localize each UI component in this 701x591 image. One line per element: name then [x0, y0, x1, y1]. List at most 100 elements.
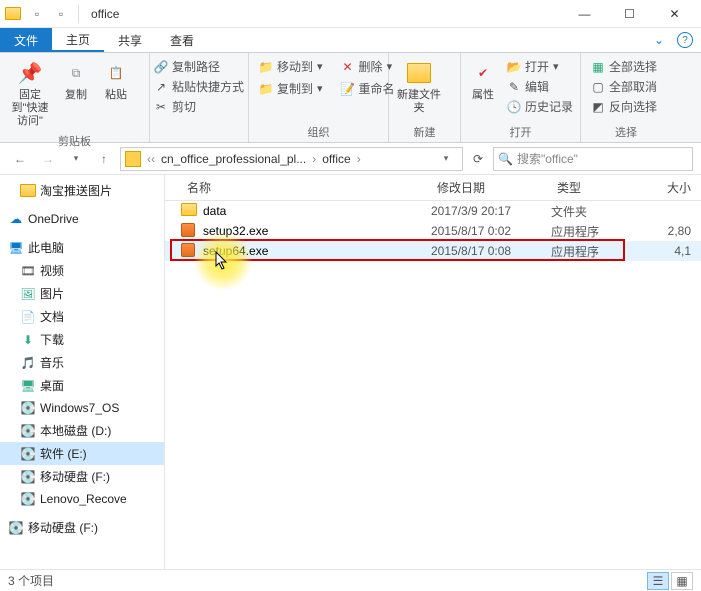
navigation-pane[interactable]: 淘宝推送图片 ☁OneDrive 🖥此电脑 🎞视频 🖼图片 📄文档 ⬇下载 🎵音… [0, 175, 165, 570]
close-button[interactable]: ✕ [652, 0, 697, 28]
ribbon: 📌 固定到"快速访问" ⧉ 复制 📋 粘贴 剪贴板 🔗复制路径 ↗粘贴快捷方式 … [0, 53, 701, 143]
folder-icon [20, 183, 36, 199]
nav-documents[interactable]: 📄文档 [0, 305, 164, 328]
nav-taobao[interactable]: 淘宝推送图片 [0, 179, 164, 202]
drive-icon: 💽 [8, 520, 24, 536]
nav-mobile-f-root[interactable]: 💽移动硬盘 (F:) [0, 516, 164, 539]
picture-icon: 🖼 [20, 286, 36, 302]
forward-button[interactable]: → [36, 147, 60, 171]
copy-path-button[interactable]: 🔗复制路径 [150, 57, 248, 76]
qat-separator [78, 5, 79, 23]
up-button[interactable]: ↑ [92, 147, 116, 171]
history-icon: 🕓 [507, 100, 521, 114]
nav-local-d[interactable]: 💽本地磁盘 (D:) [0, 419, 164, 442]
explorer-body: 淘宝推送图片 ☁OneDrive 🖥此电脑 🎞视频 🖼图片 📄文档 ⬇下载 🎵音… [0, 175, 701, 570]
column-name[interactable]: 名称 [181, 179, 431, 196]
tab-share[interactable]: 共享 [104, 28, 156, 52]
chevron-left-icon[interactable]: ‹‹ [145, 152, 157, 166]
invert-selection-button[interactable]: ◩反向选择 [587, 97, 661, 116]
breadcrumb-seg-1[interactable]: cn_office_professional_pl... [157, 152, 310, 166]
drive-icon: 💽 [20, 491, 36, 507]
file-row[interactable]: setup64.exe 2015/8/17 0:08 应用程序 4,1 [165, 241, 701, 261]
select-all-button[interactable]: ▦全部选择 [587, 57, 661, 76]
folder-icon [4, 5, 22, 23]
nav-onedrive[interactable]: ☁OneDrive [0, 208, 164, 230]
help-icon[interactable]: ? [677, 32, 693, 48]
chevron-right-icon: › [310, 152, 318, 166]
back-button[interactable]: ← [8, 147, 32, 171]
paste-shortcut-button[interactable]: ↗粘贴快捷方式 [150, 77, 248, 96]
properties-button[interactable]: ✔ 属性 [467, 57, 499, 104]
tab-file[interactable]: 文件 [0, 28, 52, 52]
ribbon-collapse-icon[interactable]: ⌄ [649, 30, 669, 50]
file-row[interactable]: data 2017/3/9 20:17 文件夹 [165, 201, 701, 221]
select-all-icon: ▦ [591, 60, 605, 74]
nav-win7-os[interactable]: 💽Windows7_OS [0, 397, 164, 419]
column-size[interactable]: 大小 [651, 179, 701, 196]
cut-button[interactable]: ✂剪切 [150, 97, 248, 116]
nav-downloads[interactable]: ⬇下载 [0, 328, 164, 351]
status-bar: 3 个项目 ☰ ▦ [0, 569, 701, 591]
maximize-button[interactable]: ☐ [607, 0, 652, 28]
select-none-button[interactable]: ▢全部取消 [587, 77, 661, 96]
group-new-label: 新建 [395, 122, 454, 140]
move-to-button[interactable]: 📁移动到 ▾ [255, 57, 327, 76]
search-input[interactable]: 🔍 搜索"office" [493, 147, 693, 171]
copy-to-button[interactable]: 📁复制到 ▾ [255, 79, 327, 98]
path-icon: 🔗 [154, 60, 168, 74]
edit-icon: ✎ [507, 80, 521, 94]
group-select-label: 选择 [587, 122, 665, 140]
copyto-icon: 📁 [259, 82, 273, 96]
history-button[interactable]: 🕓历史记录 [503, 97, 577, 116]
tab-home[interactable]: 主页 [52, 28, 104, 52]
drive-icon: 💽 [20, 469, 36, 485]
exe-icon [181, 223, 197, 239]
tab-view[interactable]: 查看 [156, 28, 208, 52]
recent-button[interactable]: ▾ [64, 147, 88, 171]
shortcut-icon: ↗ [154, 80, 168, 94]
edit-button[interactable]: ✎编辑 [503, 77, 577, 96]
nav-pictures[interactable]: 🖼图片 [0, 282, 164, 305]
icons-view-button[interactable]: ▦ [671, 572, 693, 590]
download-icon: ⬇ [20, 332, 36, 348]
breadcrumb-folder-icon [125, 151, 141, 167]
open-button[interactable]: 📂打开 ▾ [503, 57, 577, 76]
breadcrumb-dropdown[interactable]: ▾ [434, 147, 458, 171]
copy-icon: ⧉ [62, 59, 90, 87]
desktop-icon: 🖥 [20, 378, 36, 394]
onedrive-icon: ☁ [8, 211, 24, 227]
copy-button[interactable]: ⧉ 复制 [58, 57, 94, 104]
breadcrumb-seg-2[interactable]: office [318, 152, 354, 166]
breadcrumb[interactable]: ‹‹ cn_office_professional_pl... › office… [120, 147, 463, 171]
file-row[interactable]: setup32.exe 2015/8/17 0:02 应用程序 2,80 [165, 221, 701, 241]
column-type[interactable]: 类型 [551, 179, 651, 196]
search-icon: 🔍 [498, 152, 513, 166]
nav-soft-e[interactable]: 💽软件 (E:) [0, 442, 164, 465]
group-open-label: 打开 [467, 122, 574, 140]
new-folder-button[interactable]: 新建文件夹 [395, 57, 443, 117]
drive-icon: 💽 [20, 400, 36, 416]
column-date[interactable]: 修改日期 [431, 179, 551, 196]
minimize-button[interactable]: — [562, 0, 607, 28]
file-view: 名称 修改日期 类型 大小 data 2017/3/9 20:17 文件夹 se… [165, 175, 701, 570]
paste-button[interactable]: 📋 粘贴 [98, 57, 134, 104]
nav-music[interactable]: 🎵音乐 [0, 351, 164, 374]
qat-icon-1[interactable]: ▫ [28, 5, 46, 23]
nav-lenovo[interactable]: 💽Lenovo_Recove [0, 488, 164, 510]
nav-desktop[interactable]: 🖥桌面 [0, 374, 164, 397]
pin-quick-access-button[interactable]: 📌 固定到"快速访问" [6, 57, 54, 131]
nav-videos[interactable]: 🎞视频 [0, 259, 164, 282]
qat-icon-2[interactable]: ▫ [52, 5, 70, 23]
nav-this-pc[interactable]: 🖥此电脑 [0, 236, 164, 259]
drive-icon: 💽 [20, 446, 36, 462]
pc-icon: 🖥 [8, 240, 24, 256]
nav-mobile-f[interactable]: 💽移动硬盘 (F:) [0, 465, 164, 488]
details-view-button[interactable]: ☰ [647, 572, 669, 590]
file-list[interactable]: data 2017/3/9 20:17 文件夹 setup32.exe 2015… [165, 201, 701, 570]
refresh-button[interactable]: ⟳ [467, 148, 489, 170]
column-headers[interactable]: 名称 修改日期 类型 大小 [165, 175, 701, 201]
video-icon: 🎞 [20, 263, 36, 279]
group-clipboard-label: 剪贴板 [6, 131, 143, 149]
exe-icon [181, 243, 197, 259]
delete-icon: ✕ [341, 60, 355, 74]
